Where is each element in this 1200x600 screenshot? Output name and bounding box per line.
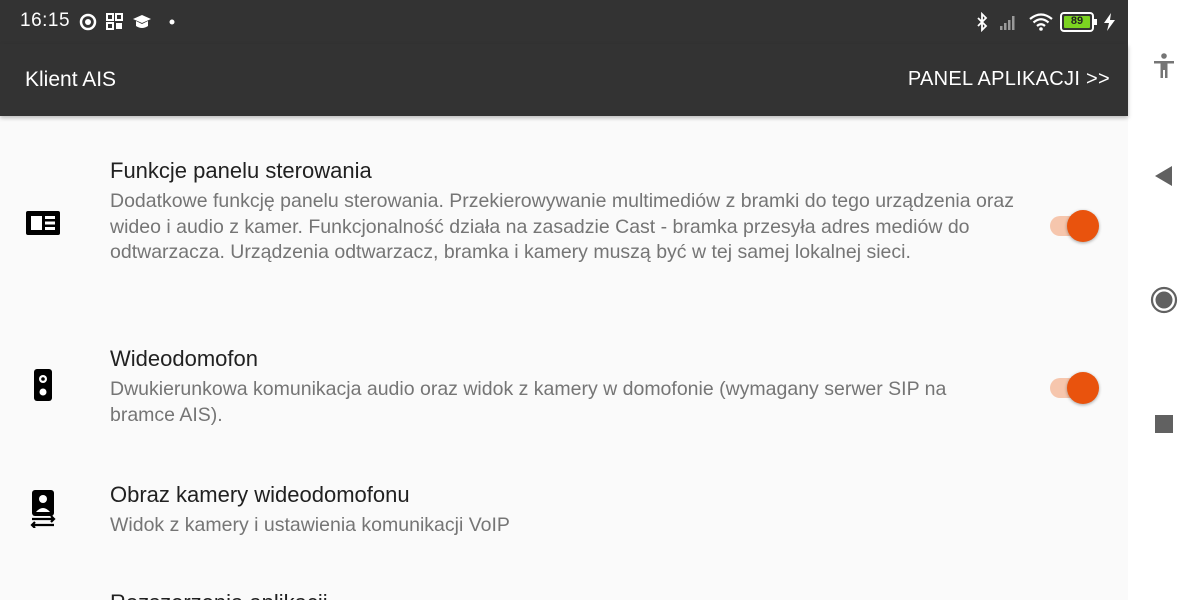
- pref-summary: Dwukierunkowa komunikacja audio oraz wid…: [110, 378, 947, 426]
- panel-aplikacji-button[interactable]: PANEL APLIKACJI >>: [908, 68, 1110, 91]
- pref-item-control-panel[interactable]: Funkcje panelu sterowania Dodatkowe funk…: [0, 116, 1128, 302]
- graduation-cap-icon: [133, 15, 151, 28]
- pref-item-videointercom[interactable]: Wideodomofon Dwukierunkowa komunikacja a…: [0, 338, 1128, 448]
- notification-dot-icon: [169, 19, 175, 25]
- switch-thumb: [1067, 372, 1099, 404]
- pref-item-intercom-camera[interactable]: Obraz kamery wideodomofonu Widok z kamer…: [0, 474, 1128, 554]
- navigation-bar: [1128, 0, 1200, 600]
- status-time: 16:15: [20, 10, 71, 31]
- pref-item-extensions[interactable]: Rozszerzenia aplikacji: [0, 580, 1128, 600]
- sync-icon: [79, 13, 97, 31]
- home-icon[interactable]: [1150, 286, 1178, 314]
- pref-title: Obraz kamery wideodomofonu: [110, 482, 410, 507]
- dashboard-card-icon: [26, 211, 60, 235]
- preferences-list: Funkcje panelu sterowania Dodatkowe funk…: [0, 116, 1128, 600]
- pref-summary: Widok z kamery i ustawienia komunikacji …: [110, 514, 510, 536]
- pref-summary: Dodatkowe funkcję panelu sterowania. Prz…: [110, 190, 1014, 263]
- battery-level: 89: [1070, 15, 1084, 27]
- camera-intercom-icon: [30, 490, 56, 528]
- charging-icon: [1104, 13, 1115, 31]
- status-bar: 16:15 89: [0, 0, 1128, 44]
- switch-thumb: [1067, 210, 1099, 242]
- pref-title: Rozszerzenia aplikacji: [110, 590, 328, 600]
- app-bar: Klient AIS PANEL APLIKACJI >>: [0, 44, 1128, 116]
- device-screen: 16:15 89 Klient AIS PANEL APLIKACJI >> F…: [0, 0, 1200, 600]
- signal-icon: [1000, 16, 1015, 30]
- pref-title: Funkcje panelu sterowania: [110, 158, 372, 183]
- bluetooth-icon: [977, 12, 988, 32]
- intercom-icon: [34, 369, 52, 401]
- recents-icon[interactable]: [1150, 410, 1178, 438]
- videointercom-toggle[interactable]: [1048, 368, 1100, 404]
- control-panel-toggle[interactable]: [1048, 206, 1100, 242]
- apps-grid-icon: [106, 13, 123, 30]
- accessibility-icon[interactable]: [1150, 52, 1178, 80]
- back-icon[interactable]: [1150, 162, 1178, 190]
- app-title: Klient AIS: [25, 68, 117, 91]
- wifi-icon: [1029, 13, 1053, 31]
- pref-title: Wideodomofon: [110, 346, 258, 371]
